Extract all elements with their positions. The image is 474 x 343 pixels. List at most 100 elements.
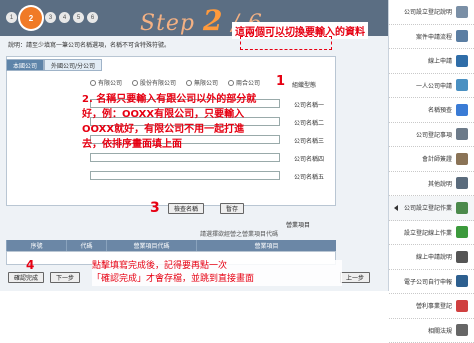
callout-2: 2. 名稱只要輸入有跟公司以外的部分就 好，例：OOXX有限公司，只要輸入 OO… [82,92,292,152]
tab-bar: 本國公司 外國公司/分公司 [6,59,102,71]
col-header: 營業項目代碼 [106,240,196,251]
step-prefix: Step [140,11,195,36]
step-dot[interactable]: 1 [6,12,17,23]
sidebar-item[interactable]: 名稱預查 [389,98,474,123]
person-icon [456,79,468,91]
book-icon [456,177,468,189]
step-dot[interactable]: 6 [87,12,98,23]
org-type-label: 組織型態 [292,80,316,89]
sidebar-item[interactable]: 公司登記事項 [389,123,474,148]
arrow-left-icon [394,205,398,211]
highlight-box [240,36,332,50]
list-icon [456,128,468,140]
check-icon [456,226,468,238]
business-section-note: 請選擇欲經營之營業項目代碼 [200,229,278,238]
business-table-header: 序號 代碼 營業項目代碼 營業項目 [6,240,336,251]
sidebar-item[interactable]: 公司設立登記作業 [389,196,474,221]
sidebar-item[interactable]: 線上申請說明 [389,245,474,270]
callout-2-line: 好，例：OOXX有限公司，只要輸入 [82,107,292,122]
sidebar-item-label: 公司登記事項 [416,130,452,139]
search-icon [456,104,468,116]
sidebar-item[interactable]: 會計師簽證 [389,147,474,172]
sidebar-item-label: 電子公司自行申報 [404,277,452,286]
name-label-2: 公司名稱二 [294,118,324,127]
sidebar-item[interactable]: 設立登記線上作業 [389,221,474,246]
sidebar-item-label: 案件申請流程 [416,32,452,41]
sidebar-item-label: 公司設立登記說明 [404,7,452,16]
callout-4: 4 [26,258,34,272]
tab-foreign[interactable]: 外國公司/分公司 [44,59,102,71]
name-label-1: 公司名稱一 [294,100,324,109]
radio-icon [228,80,234,86]
callout-3: 3 [150,200,160,216]
name-label-4: 公司名稱四 [294,154,324,163]
sidebar-item-label: 營利事業登記 [416,301,452,310]
sidebar-item-label: 一人公司申請 [416,81,452,90]
callout-2-line: 2. 名稱只要輸入有跟公司以外的部分就 [82,92,292,107]
name-label-3: 公司名稱三 [294,136,324,145]
sidebar-item-label: 會計師簽證 [422,154,452,163]
gamepad-icon [456,251,468,263]
sidebar-item-label: 名稱預查 [428,105,452,114]
sidebar-item-label: 線上申請 [428,56,452,65]
radio-option[interactable]: 兩合公司 [228,78,260,87]
sidebar-item[interactable]: 案件申請流程 [389,25,474,50]
callout-bottom-line: 點擊填寫完成後，記得要再點一次 [92,260,342,273]
col-header: 代碼 [66,240,106,251]
tab-domestic[interactable]: 本國公司 [6,59,44,71]
confirm-button[interactable]: 確認完成 [8,272,44,283]
callout-2-line: OOXX就好，有限公司不用一起打進 [82,122,292,137]
callout-bottom-line: 「確認完成」才會存檔，並跳到直接畫面 [92,273,342,286]
radio-label: 股份有限公司 [140,78,176,87]
step-number: 2 [203,4,223,37]
name-input-5[interactable] [90,171,280,180]
step-dot-current[interactable]: 2 [20,7,42,29]
radio-option[interactable]: 股份有限公司 [132,78,176,87]
sidebar-item[interactable]: 電子公司自行申報 [389,270,474,295]
callout-bottom: 點擊填寫完成後，記得要再點一次 「確認完成」才會存檔，並跳到直接畫面 [92,260,342,286]
business-section-label: 營業項目 [286,220,310,229]
radio-icon [132,80,138,86]
pencil-icon [456,300,468,312]
sidebar-item-label: 相關法規 [428,326,452,335]
sidebar-item-label: 其他說明 [428,179,452,188]
name-input-4[interactable] [90,153,280,162]
sidebar-item[interactable]: 相關法規 [389,319,474,343]
sidebar-item[interactable]: 公司設立登記說明 [389,0,474,25]
next-step-button[interactable]: 下一步 [50,272,80,283]
check-name-button[interactable]: 檢查名稱 [168,203,204,214]
sidebar-item-label: 設立登記線上作業 [404,228,452,237]
sidebar-item[interactable]: 其他說明 [389,172,474,197]
building-icon [456,202,468,214]
radio-icon [186,80,192,86]
step-dot[interactable]: 5 [73,12,84,23]
sidebar-item-label: 線上申請說明 [416,252,452,261]
law-icon [456,324,468,336]
main-content: 1 2 3 4 5 6 Step 2 / 6 這兩個可以切換要輸入的資料 說明：… [0,0,388,291]
name-label-5: 公司名稱五 [294,172,324,181]
step-indicator: 1 2 3 4 5 6 [6,12,98,29]
radio-label: 兩合公司 [236,78,260,87]
sidebar-item-label: 公司設立登記作業 [404,203,452,212]
computer-icon [456,275,468,287]
info-icon [456,6,468,18]
sidebar-menu: 公司設立登記說明案件申請流程線上申請一人公司申請名稱預查公司登記事項會計師簽證其… [388,0,474,291]
radio-option[interactable]: 有限公司 [90,78,122,87]
radio-label: 無限公司 [194,78,218,87]
col-header: 序號 [6,240,66,251]
flow-icon [456,30,468,42]
callout-1: 1 [276,74,285,89]
sidebar-item[interactable]: 線上申請 [389,49,474,74]
col-header: 營業項目 [196,240,336,251]
apply-icon [456,55,468,67]
save-draft-button[interactable]: 暫存 [220,203,244,214]
sidebar-item[interactable]: 營利事業登記 [389,294,474,319]
radio-icon [90,80,96,86]
radio-option[interactable]: 無限公司 [186,78,218,87]
prev-step-button[interactable]: 上一步 [340,272,370,283]
sidebar-item[interactable]: 一人公司申請 [389,74,474,99]
step-dot[interactable]: 3 [45,12,56,23]
step-dot[interactable]: 4 [59,12,70,23]
radio-label: 有限公司 [98,78,122,87]
callout-2-line: 去，依排序畫面填上面 [82,137,292,152]
